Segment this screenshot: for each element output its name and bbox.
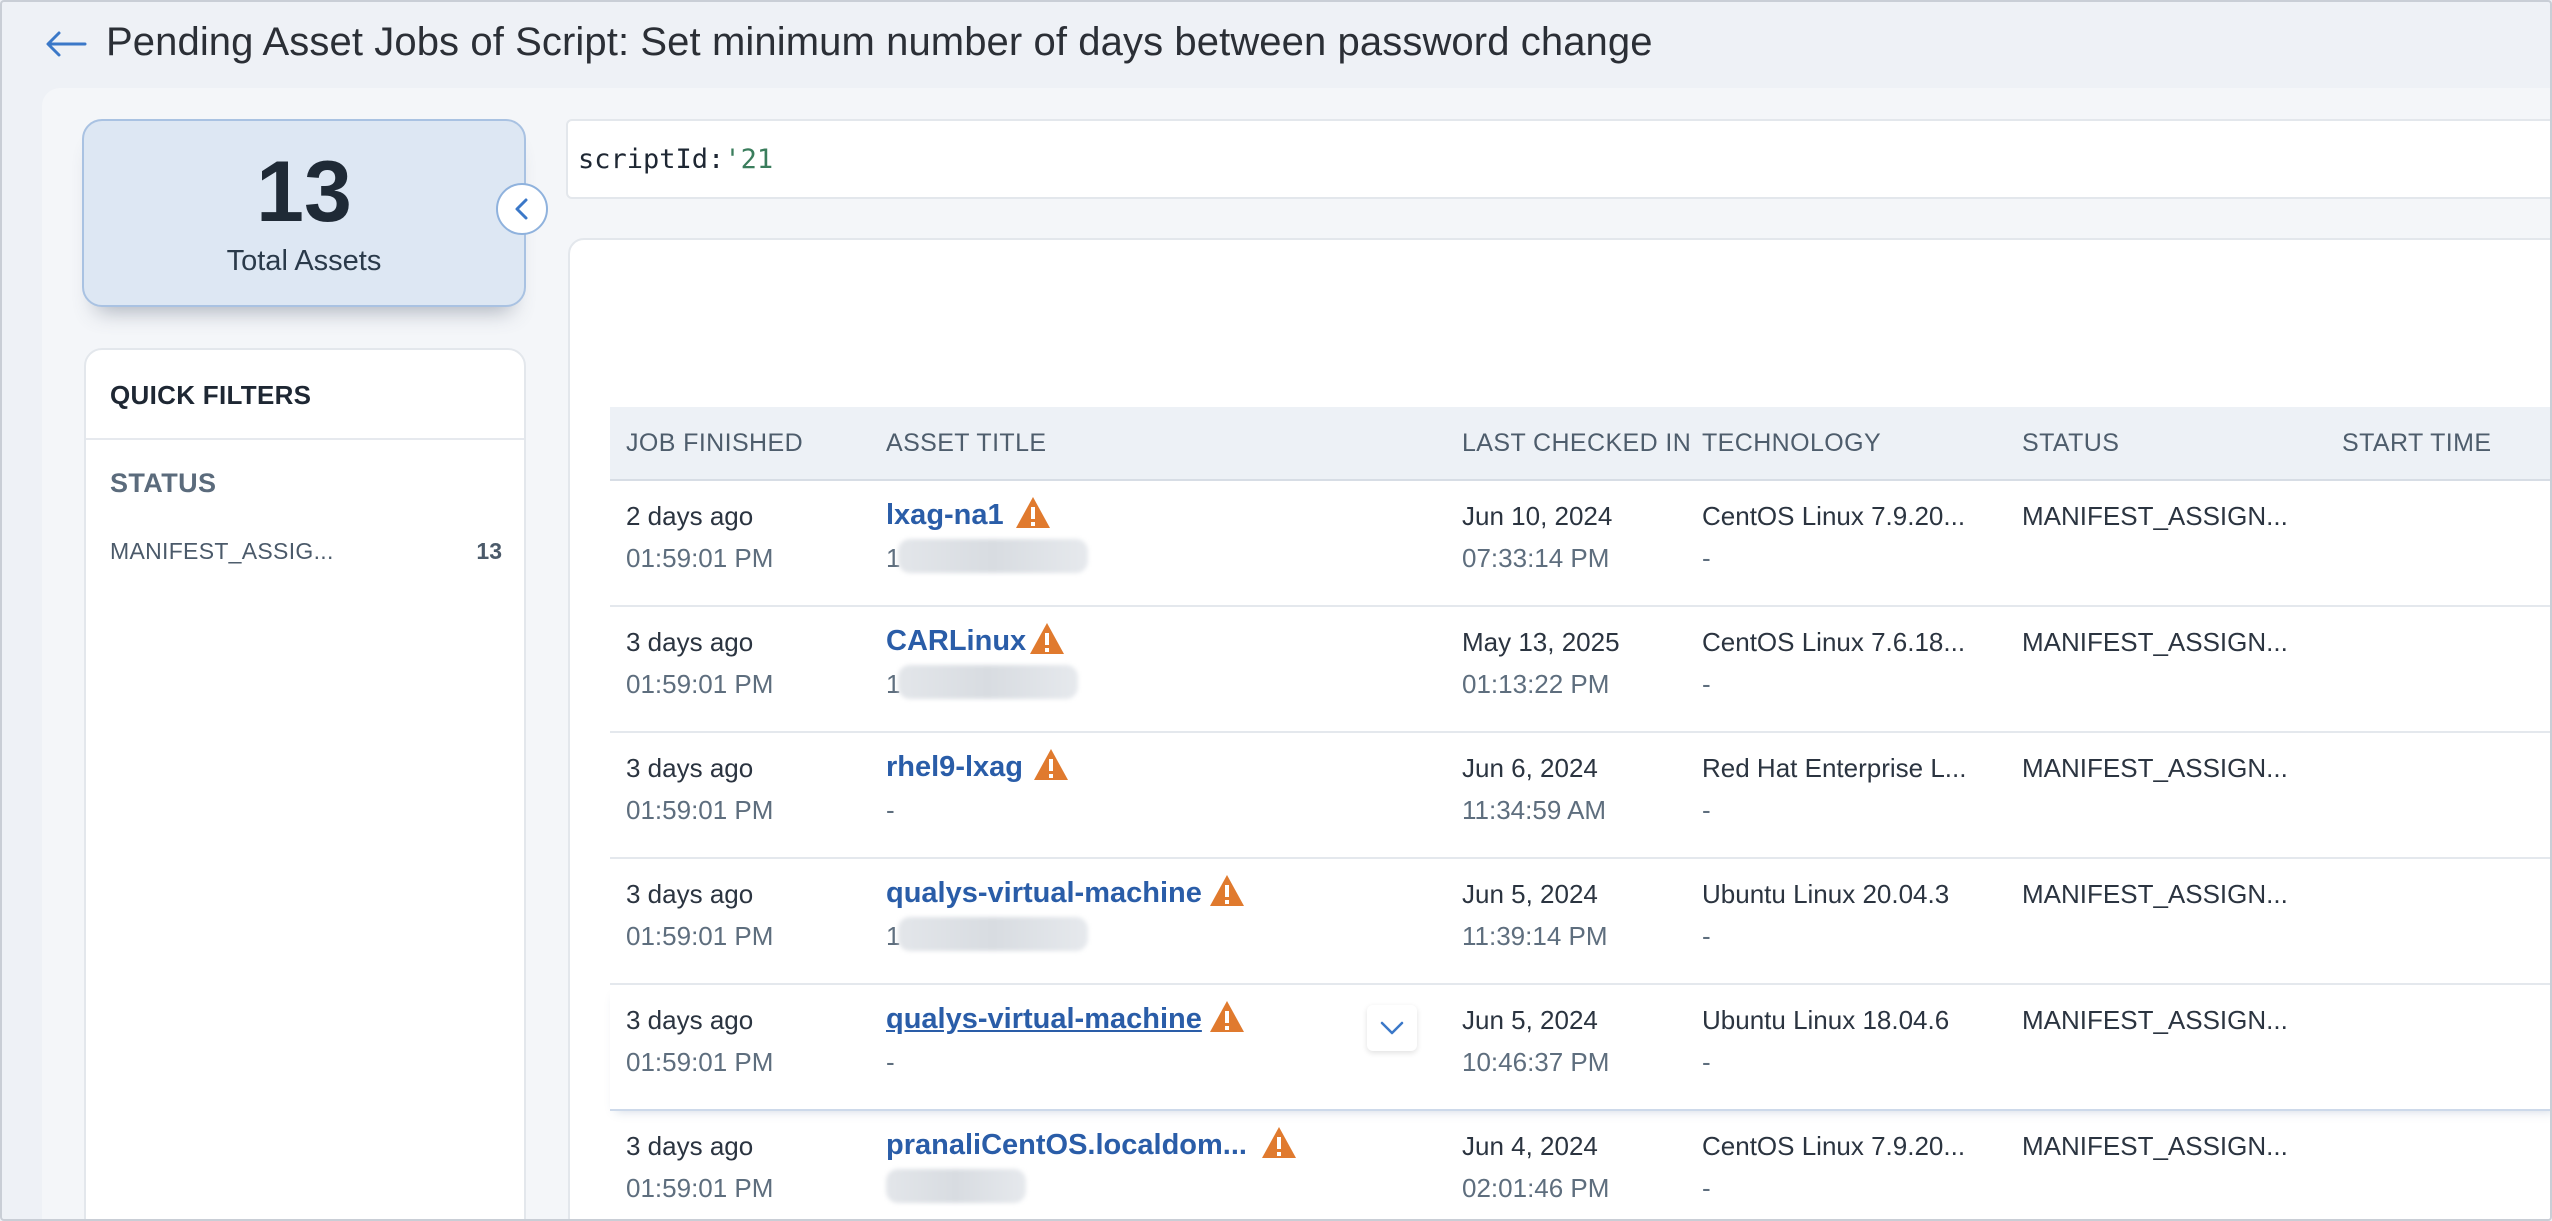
job-finished: 2 days ago [626,501,754,531]
technology: Red Hat Enterprise L... [1702,753,1967,783]
status: MANIFEST_ASSIGN... [2022,627,2288,657]
technology: Ubuntu Linux 18.04.6 [1702,1005,1950,1035]
table-header: JOB FINISHED ASSET TITLE LAST CHECKED IN… [610,407,2550,481]
redacted-ip [898,917,1088,951]
column-header-start-time[interactable]: START TIME [2342,429,2491,458]
warning-triangle-icon [1210,875,1244,906]
last-checked-time: 07:33:14 PM [1462,543,1610,573]
total-assets-label: Total Assets [226,245,382,277]
column-header-last-checked-in[interactable]: LAST CHECKED IN [1462,429,1691,458]
warning-triangle-icon [1262,1127,1296,1158]
last-checked-time: 10:46:37 PM [1462,1047,1610,1077]
asset-sub: - [886,1047,895,1077]
redacted-ip [886,1169,1026,1203]
page-title: Pending Asset Jobs of Script: Set minimu… [106,20,1653,64]
last-checked-time: 01:13:22 PM [1462,669,1610,699]
status: MANIFEST_ASSIGN... [2022,1131,2288,1161]
status: MANIFEST_ASSIGN... [2022,879,2288,909]
back-button[interactable] [42,22,90,66]
technology: CentOS Linux 7.6.18... [1702,627,1966,657]
status: MANIFEST_ASSIGN... [2022,501,2288,531]
last-checked-date: May 13, 2025 [1462,627,1620,657]
column-header-job-finished[interactable]: JOB FINISHED [626,429,803,458]
technology: CentOS Linux 7.9.20... [1702,1131,1966,1161]
last-checked-date: Jun 6, 2024 [1462,753,1598,783]
table-row[interactable]: 3 days ago 01:59:01 PM pranaliCentOS.loc… [610,1111,2550,1219]
filter-item-label: MANIFEST_ASSIG... [110,537,334,564]
status: MANIFEST_ASSIGN... [2022,1005,2288,1035]
app-window: Pending Asset Jobs of Script: Set minimu… [0,0,2552,1221]
filter-item-count: 13 [476,537,502,564]
asset-sub: - [886,795,895,825]
last-checked-date: Jun 5, 2024 [1462,879,1598,909]
job-finished-time: 01:59:01 PM [626,1047,774,1077]
job-finished-time: 01:59:01 PM [626,795,774,825]
asset-title-link[interactable]: CARLinux [886,625,1026,658]
asset-title-link[interactable]: lxag-na1 [886,499,1004,532]
redacted-ip [898,539,1088,573]
last-checked-time: 11:39:14 PM [1462,921,1608,951]
last-checked-date: Jun 10, 2024 [1462,501,1613,531]
warning-triangle-icon [1016,497,1050,528]
technology-sub: - [1702,795,1711,825]
warning-triangle-icon [1034,749,1068,780]
warning-triangle-icon [1210,1001,1244,1032]
quick-filters-title: QUICK FILTERS [110,380,312,410]
chevron-down-icon [1380,1021,1404,1035]
technology-sub: - [1702,921,1711,951]
table-row[interactable]: 3 days ago 01:59:01 PM qualys-virtual-ma… [610,985,2550,1111]
divider [86,438,524,440]
total-assets-count: 13 [256,144,352,240]
job-finished-time: 01:59:01 PM [626,921,774,951]
technology-sub: - [1702,543,1711,573]
last-checked-date: Jun 4, 2024 [1462,1131,1598,1161]
technology-sub: - [1702,669,1711,699]
warning-triangle-icon [1030,623,1064,654]
filter-item-manifest-assigned[interactable]: MANIFEST_ASSIG... 13 [110,536,502,566]
technology-sub: - [1702,1173,1711,1203]
job-finished: 3 days ago [626,1005,754,1035]
quick-filters-panel: QUICK FILTERS STATUS MANIFEST_ASSIG... 1… [84,348,526,1219]
last-checked-time: 11:34:59 AM [1462,795,1607,825]
column-header-technology[interactable]: TECHNOLOGY [1702,429,1881,458]
collapse-sidebar-button[interactable] [496,183,548,235]
table-row[interactable]: 3 days ago 01:59:01 PM rhel9-lxag - Jun … [610,733,2550,859]
chevron-left-icon [515,198,528,220]
asset-title-link[interactable]: rhel9-lxag [886,751,1023,784]
expand-row-button[interactable] [1367,1005,1417,1051]
job-finished: 3 days ago [626,879,754,909]
total-assets-card: 13 Total Assets [82,119,526,307]
asset-title-link[interactable]: pranaliCentOS.localdom... [886,1129,1247,1162]
page-header: Pending Asset Jobs of Script: Set minimu… [2,2,2550,86]
last-checked-time: 02:01:46 PM [1462,1173,1610,1203]
technology: Ubuntu Linux 20.04.3 [1702,879,1950,909]
job-finished-time: 01:59:01 PM [626,669,774,699]
column-header-status[interactable]: STATUS [2022,429,2119,458]
query-value: '21 [724,143,774,175]
status: MANIFEST_ASSIGN... [2022,753,2288,783]
job-finished: 3 days ago [626,627,754,657]
redacted-ip [898,665,1078,699]
asset-title-link[interactable]: qualys-virtual-machine [886,877,1202,910]
arrow-left-icon [46,31,87,57]
job-finished-time: 01:59:01 PM [626,1173,774,1203]
technology-sub: - [1702,1047,1711,1077]
status-filter-heading: STATUS [110,468,217,498]
technology: CentOS Linux 7.9.20... [1702,501,1966,531]
table-row[interactable]: 3 days ago 01:59:01 PM qualys-virtual-ma… [610,859,2550,985]
asset-title-link[interactable]: qualys-virtual-machine [886,1003,1202,1036]
last-checked-date: Jun 5, 2024 [1462,1005,1598,1035]
search-query-input[interactable]: scriptId: '21 [566,119,2550,199]
table-row[interactable]: 2 days ago 01:59:01 PM lxag-na1 1 Jun 10… [610,481,2550,607]
column-header-asset-title[interactable]: ASSET TITLE [886,429,1046,458]
table-row[interactable]: 3 days ago 01:59:01 PM CARLinux 1 May 13… [610,607,2550,733]
job-finished-time: 01:59:01 PM [626,543,774,573]
job-finished: 3 days ago [626,753,754,783]
query-key: scriptId: [578,143,725,175]
job-finished: 3 days ago [626,1131,754,1161]
